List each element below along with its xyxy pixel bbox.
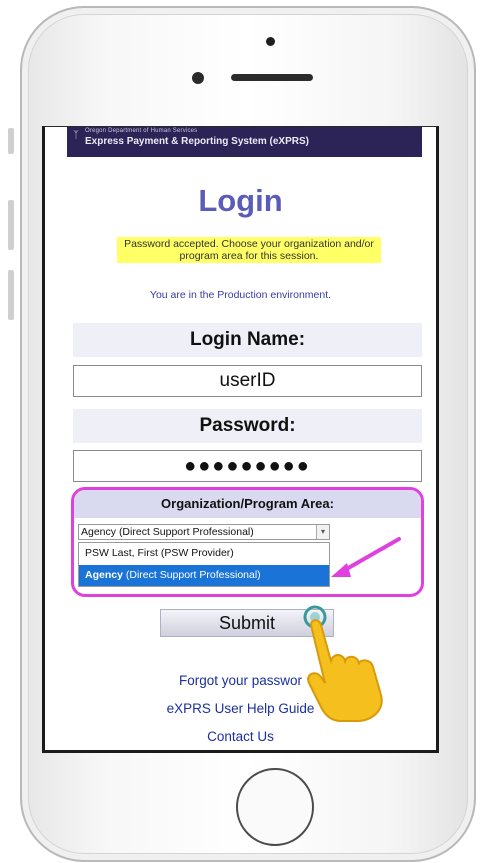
system-name: Express Payment & Reporting System (eXPR… — [85, 136, 309, 147]
department-name: Oregon Department of Human Services — [85, 128, 198, 134]
home-button[interactable] — [236, 768, 314, 846]
hand-pointer-icon — [303, 605, 383, 722]
screen: ᛉ Oregon Department of Human Services Ex… — [42, 126, 439, 753]
org-program-area-select[interactable]: Agency (Direct Support Professional) ▾ — [78, 524, 330, 540]
stage: ᛉ Oregon Department of Human Services Ex… — [0, 0, 480, 863]
org-option-agency[interactable]: Agency (Direct Support Professional) — [79, 565, 329, 586]
page-title: Login — [198, 183, 283, 218]
org-select-value: Agency (Direct Support Professional) — [81, 526, 254, 538]
org-option-psw[interactable]: PSW Last, First (PSW Provider) — [79, 543, 329, 564]
front-sensor — [266, 37, 275, 46]
password-label: Password: — [73, 409, 422, 443]
oregon-dhs-logo-icon: ᛉ — [73, 130, 79, 141]
password-input[interactable]: ●●●●●●●●● — [73, 450, 422, 482]
volume-up-button[interactable] — [8, 200, 14, 250]
login-name-label: Login Name: — [73, 323, 422, 357]
header-banner: ᛉ Oregon Department of Human Services Ex… — [67, 127, 422, 157]
org-option-role: (PSW Provider) — [160, 547, 234, 559]
environment-text: You are in the Production environment. — [149, 289, 332, 301]
volume-down-button[interactable] — [8, 270, 14, 320]
org-option-label: PSW Last, First — [85, 547, 158, 559]
password-accepted-notice: Password accepted. Choose your organizat… — [117, 237, 381, 263]
org-program-area-label: Organization/Program Area: — [74, 490, 421, 518]
magenta-arrow-icon — [331, 537, 401, 577]
org-option-label: Agency — [85, 569, 123, 581]
front-camera — [192, 72, 204, 84]
org-options-list: PSW Last, First (PSW Provider) Agency (D… — [78, 542, 330, 587]
login-name-input[interactable]: userID — [73, 365, 422, 397]
org-option-role: (Direct Support Professional) — [125, 569, 261, 581]
mute-switch[interactable] — [8, 128, 14, 154]
contact-us-link[interactable]: Contact Us — [45, 729, 436, 744]
earpiece-speaker — [231, 74, 313, 81]
